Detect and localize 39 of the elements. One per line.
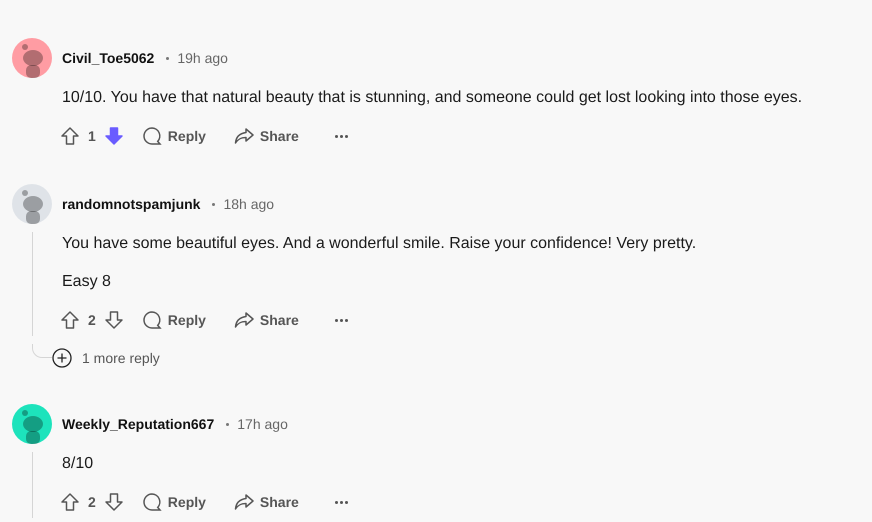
downvote-icon[interactable]: [104, 126, 124, 146]
share-button[interactable]: Share: [234, 492, 299, 512]
vote-count: 2: [88, 310, 96, 330]
username[interactable]: Civil_Toe5062: [62, 48, 154, 68]
comment-text: 10/10. You have that natural beauty that is stunning, and someone could get lost looking into those eyes.: [62, 88, 804, 108]
plus-circle-icon: [52, 348, 72, 368]
bullet-icon: [226, 422, 230, 426]
speech-bubble-icon: [142, 126, 162, 146]
timestamp: 17h ago: [237, 414, 288, 434]
bullet-icon: [212, 202, 216, 206]
speech-bubble-icon: [142, 492, 162, 512]
vote-count: 2: [88, 492, 96, 512]
timestamp: 19h ago: [177, 48, 228, 68]
reply-button[interactable]: Reply: [140, 310, 208, 330]
username[interactable]: Weekly_Reputation667: [62, 414, 214, 434]
share-arrow-icon: [234, 127, 254, 145]
downvote-icon[interactable]: [104, 310, 124, 330]
reply-button[interactable]: Reply: [140, 492, 208, 512]
downvote-icon[interactable]: [104, 492, 124, 512]
bullet-icon: [166, 56, 170, 60]
timestamp: 18h ago: [223, 194, 274, 214]
upvote-icon[interactable]: [60, 492, 80, 512]
upvote-icon[interactable]: [60, 126, 80, 146]
username[interactable]: randomnotspamjunk: [62, 194, 200, 214]
vote-count: 1: [88, 126, 96, 146]
share-button[interactable]: Share: [234, 310, 299, 330]
avatar-icon[interactable]: [12, 404, 52, 444]
thread-connector: [32, 344, 52, 358]
share-button[interactable]: Share: [234, 126, 299, 146]
share-arrow-icon: [234, 311, 254, 329]
share-arrow-icon: [234, 493, 254, 511]
upvote-icon[interactable]: [60, 310, 80, 330]
reply-button[interactable]: Reply: [140, 126, 208, 146]
comment-text: Easy 8: [62, 272, 112, 292]
more-replies-button[interactable]: 1 more reply: [52, 348, 160, 368]
comment-text: You have some beautiful eyes. And a wonderful smile. Raise your confidence! Very pretty.: [62, 234, 698, 254]
speech-bubble-icon: [142, 310, 162, 330]
comment-text: 8/10: [62, 454, 94, 474]
avatar-icon[interactable]: [12, 38, 52, 78]
